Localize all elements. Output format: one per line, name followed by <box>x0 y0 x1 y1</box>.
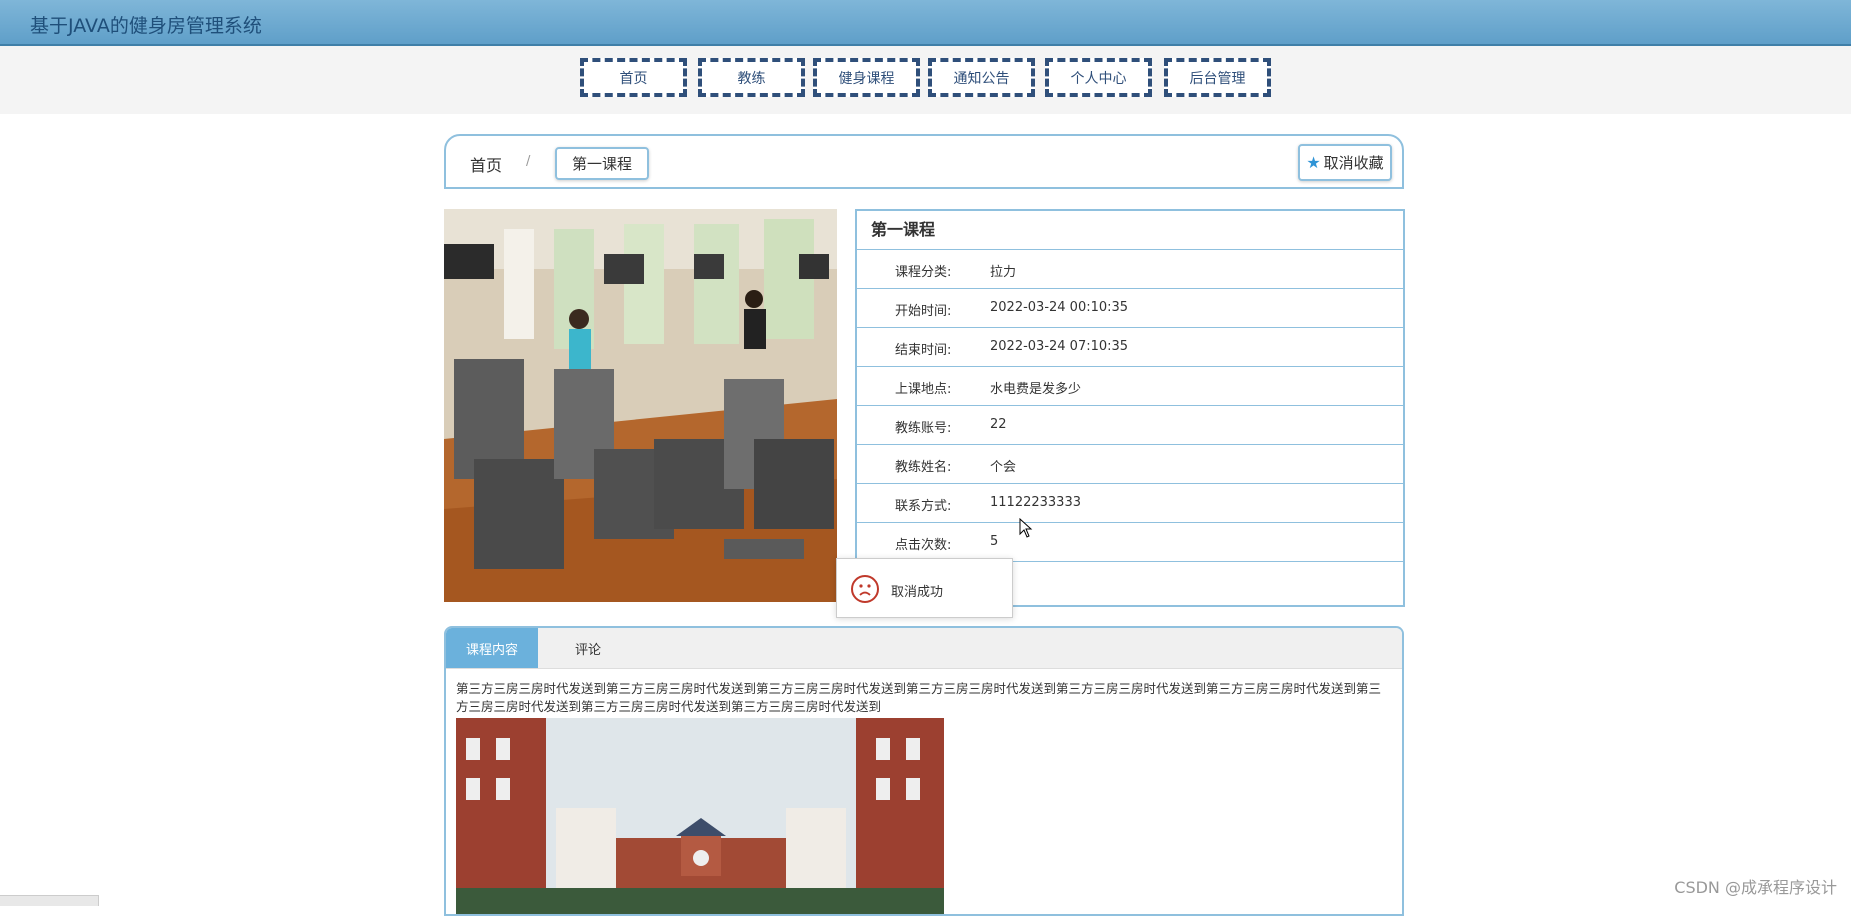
field-row: 教练姓名: 个会 <box>857 445 1403 484</box>
breadcrumb-separator: / <box>526 154 531 169</box>
star-icon: ★ <box>1306 153 1321 172</box>
field-value: 个会 <box>990 460 1017 475</box>
tab-course-content[interactable]: 课程内容 <box>446 628 538 668</box>
nav-courses[interactable]: 健身课程 <box>813 58 920 97</box>
nav-profile[interactable]: 个人中心 <box>1045 58 1152 97</box>
field-label: 联系方式: <box>895 499 952 514</box>
watermark: CSDN @成承程序设计 <box>1674 878 1837 897</box>
app-header: 基于JAVA的健身房管理系统 <box>0 0 1851 46</box>
field-value: 11122233333 <box>990 495 1081 510</box>
nav-admin[interactable]: 后台管理 <box>1164 58 1271 97</box>
field-label: 教练账号: <box>895 421 952 436</box>
field-label: 点击次数: <box>895 538 952 553</box>
field-value: 2022-03-24 00:10:35 <box>990 300 1129 315</box>
field-label: 教练姓名: <box>895 460 952 475</box>
course-image <box>444 209 837 602</box>
toast-message: 取消成功 <box>836 558 1013 618</box>
unfavorite-label: 取消收藏 <box>1323 154 1384 172</box>
field-value: 拉力 <box>990 265 1017 280</box>
field-row: 点击次数: 5 <box>857 523 1403 562</box>
toast-text: 取消成功 <box>891 585 944 600</box>
app-title: 基于JAVA的健身房管理系统 <box>30 15 262 37</box>
main-nav: 首页 教练 健身课程 通知公告 个人中心 后台管理 <box>0 46 1851 114</box>
field-value: 2022-03-24 07:10:35 <box>990 339 1129 354</box>
nav-home[interactable]: 首页 <box>580 58 687 97</box>
course-detail-table: 第一课程 课程分类: 拉力 开始时间: 2022-03-24 00:10:35 … <box>855 209 1405 607</box>
field-row: 课程分类: 拉力 <box>857 250 1403 289</box>
mouse-cursor-icon <box>1019 517 1033 542</box>
course-title: 第一课程 <box>857 211 1403 250</box>
nav-notices[interactable]: 通知公告 <box>928 58 1035 97</box>
field-value: 水电费是发多少 <box>990 382 1082 397</box>
nav-coach[interactable]: 教练 <box>698 58 805 97</box>
status-bar-fragment <box>0 895 99 906</box>
field-value: 5 <box>990 534 999 549</box>
breadcrumb-home[interactable]: 首页 <box>470 152 502 176</box>
tab-comments[interactable]: 评论 <box>538 628 638 668</box>
field-label: 课程分类: <box>895 265 952 280</box>
field-row: 开始时间: 2022-03-24 00:10:35 <box>857 289 1403 328</box>
field-label: 开始时间: <box>895 304 952 319</box>
field-row: 教练账号: 22 <box>857 406 1403 445</box>
content-image <box>456 718 944 914</box>
field-label: 上课地点: <box>895 382 952 397</box>
field-value: 22 <box>990 417 1007 432</box>
field-label: 结束时间: <box>895 343 952 358</box>
breadcrumb: 首页 / 第一课程 ★ 取消收藏 <box>444 134 1404 189</box>
breadcrumb-current: 第一课程 <box>555 147 649 180</box>
course-content-text: 第三方三房三房时代发送到第三方三房三房时代发送到第三方三房三房时代发送到第三方三… <box>456 681 1382 714</box>
sad-face-icon <box>851 575 879 603</box>
field-row: 上课地点: 水电费是发多少 <box>857 367 1403 406</box>
field-row: 联系方式: 11122233333 <box>857 484 1403 523</box>
unfavorite-button[interactable]: ★ 取消收藏 <box>1298 144 1392 181</box>
tab-bar: 课程内容 评论 <box>446 628 1402 669</box>
field-row: 结束时间: 2022-03-24 07:10:35 <box>857 328 1403 367</box>
course-tabs-panel: 课程内容 评论 第三方三房三房时代发送到第三方三房三房时代发送到第三方三房三房时… <box>444 626 1404 916</box>
